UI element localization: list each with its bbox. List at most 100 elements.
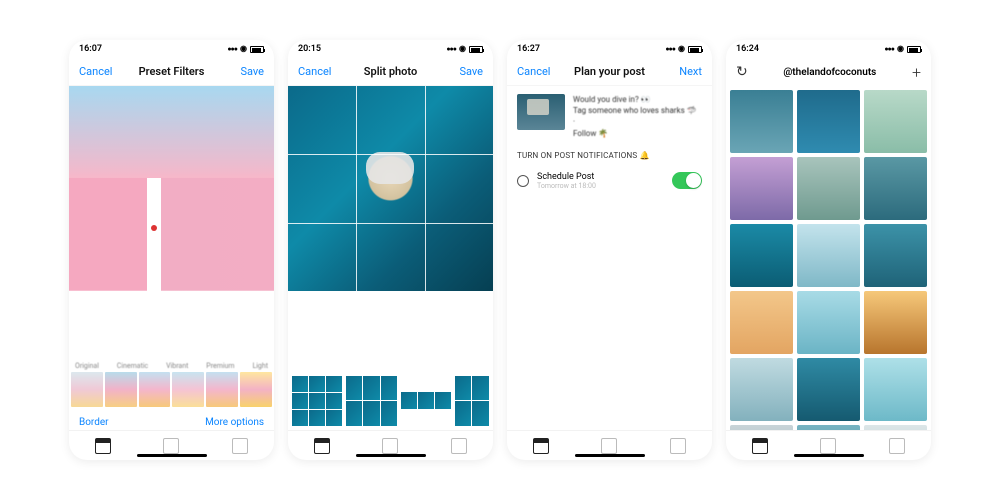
wifi-icon — [459, 44, 466, 54]
notification-hint: TURN ON POST NOTIFICATIONS 🔔 — [507, 147, 712, 164]
split-3x1[interactable] — [401, 392, 451, 409]
caption-line: Follow 🌴 — [573, 128, 697, 139]
add-button[interactable] — [912, 63, 921, 82]
filter-thumb[interactable] — [71, 372, 103, 407]
status-bar: 16:24 — [726, 40, 931, 58]
tab-more-icon[interactable] — [889, 438, 905, 454]
filter-thumb[interactable] — [139, 372, 171, 407]
tab-more-icon[interactable] — [232, 438, 248, 454]
border-button[interactable]: Border — [79, 417, 109, 428]
wifi-icon — [678, 44, 685, 54]
split-options — [288, 372, 493, 430]
more-options-button[interactable]: More options — [205, 417, 264, 428]
filter-label: Premium — [206, 362, 234, 370]
feed-tile[interactable] — [797, 358, 860, 421]
signal-icon — [446, 44, 456, 54]
tab-schedule-icon[interactable] — [820, 438, 836, 454]
feed-tile[interactable] — [864, 157, 927, 220]
screen-feed-grid: 16:24 @thelandofcoconuts — [726, 40, 931, 460]
clock-icon — [517, 175, 529, 187]
cancel-button[interactable]: Cancel — [79, 65, 119, 78]
page-title: Preset Filters — [119, 65, 224, 78]
filter-labels: Original Cinematic Vibrant Premium Light — [69, 358, 274, 370]
next-button[interactable]: Next — [662, 65, 702, 78]
tab-schedule-icon[interactable] — [382, 438, 398, 454]
tab-more-icon[interactable] — [670, 438, 686, 454]
feed-tile[interactable] — [797, 90, 860, 153]
preview-image[interactable] — [69, 86, 274, 291]
schedule-subtitle: Tomorrow at 18:00 — [537, 182, 664, 190]
status-icons — [446, 44, 483, 54]
wifi-icon — [240, 44, 247, 54]
feed-tile[interactable] — [730, 157, 793, 220]
battery-icon — [907, 46, 921, 53]
grid-line — [288, 223, 493, 224]
split-3x3[interactable] — [292, 376, 342, 426]
filter-thumb[interactable] — [172, 372, 204, 407]
schedule-toggle[interactable] — [672, 172, 702, 189]
filter-thumbnails — [69, 370, 274, 411]
preview-image[interactable] — [288, 86, 493, 291]
nav-bar: Cancel Preset Filters Save — [69, 58, 274, 86]
tab-feed-icon[interactable] — [95, 438, 111, 454]
save-button[interactable]: Save — [224, 65, 264, 78]
tab-more-icon[interactable] — [451, 438, 467, 454]
bottom-links: Border More options — [69, 411, 274, 430]
tab-feed-icon[interactable] — [314, 438, 330, 454]
schedule-label: Schedule Post — [537, 172, 664, 182]
feed-tile[interactable] — [730, 224, 793, 287]
filter-label: Cinematic — [117, 362, 148, 370]
status-time: 20:15 — [298, 44, 321, 54]
status-bar: 16:07 — [69, 40, 274, 58]
home-indicator — [137, 454, 207, 457]
battery-icon — [250, 46, 264, 53]
split-2x2[interactable] — [455, 376, 489, 426]
home-indicator — [356, 454, 426, 457]
feed-tile[interactable] — [730, 291, 793, 354]
status-bar: 16:27 — [507, 40, 712, 58]
filter-label: Vibrant — [166, 362, 188, 370]
screen-plan-post: 16:27 Cancel Plan your post Next Would y… — [507, 40, 712, 460]
caption-line: Tag someone who loves sharks 🦈 — [573, 105, 697, 116]
feed-tile[interactable] — [797, 157, 860, 220]
feed-tile[interactable] — [864, 291, 927, 354]
refresh-icon[interactable] — [736, 64, 748, 80]
battery-icon — [688, 46, 702, 53]
feed-tile[interactable] — [864, 224, 927, 287]
screen-preset-filters: 16:07 Cancel Preset Filters Save Origina… — [69, 40, 274, 460]
filter-thumb[interactable] — [105, 372, 137, 407]
page-title: Split photo — [338, 65, 443, 78]
screen-split-photo: 20:15 Cancel Split photo Save — [288, 40, 493, 460]
feed-tile[interactable] — [797, 224, 860, 287]
page-title: Plan your post — [557, 65, 662, 78]
feed-tile[interactable] — [730, 358, 793, 421]
tab-schedule-icon[interactable] — [601, 438, 617, 454]
wifi-icon — [897, 44, 904, 54]
save-button[interactable]: Save — [443, 65, 483, 78]
cancel-button[interactable]: Cancel — [517, 65, 557, 78]
signal-icon — [884, 44, 894, 54]
feed-tile[interactable] — [797, 291, 860, 354]
filter-thumb[interactable] — [206, 372, 238, 407]
feed-tile[interactable] — [864, 90, 927, 153]
account-handle[interactable]: @thelandofcoconuts — [783, 67, 876, 78]
caption-text: Would you dive in? 👀 Tag someone who lov… — [573, 94, 697, 139]
split-3x2[interactable] — [346, 376, 396, 426]
tab-feed-icon[interactable] — [533, 438, 549, 454]
tab-schedule-icon[interactable] — [163, 438, 179, 454]
status-time: 16:24 — [736, 44, 759, 54]
feed-grid — [726, 86, 931, 430]
home-indicator — [794, 454, 864, 457]
filter-thumb[interactable] — [240, 372, 272, 407]
nav-bar: Cancel Plan your post Next — [507, 58, 712, 86]
nav-bar: Cancel Split photo Save — [288, 58, 493, 86]
feed-tile[interactable] — [864, 358, 927, 421]
signal-icon — [227, 44, 237, 54]
feed-tile[interactable] — [730, 90, 793, 153]
grid-line — [288, 154, 493, 155]
status-time: 16:27 — [517, 44, 540, 54]
caption-card[interactable]: Would you dive in? 👀 Tag someone who lov… — [507, 86, 712, 147]
cancel-button[interactable]: Cancel — [298, 65, 338, 78]
schedule-row: Schedule Post Tomorrow at 18:00 — [507, 164, 712, 198]
tab-feed-icon[interactable] — [752, 438, 768, 454]
